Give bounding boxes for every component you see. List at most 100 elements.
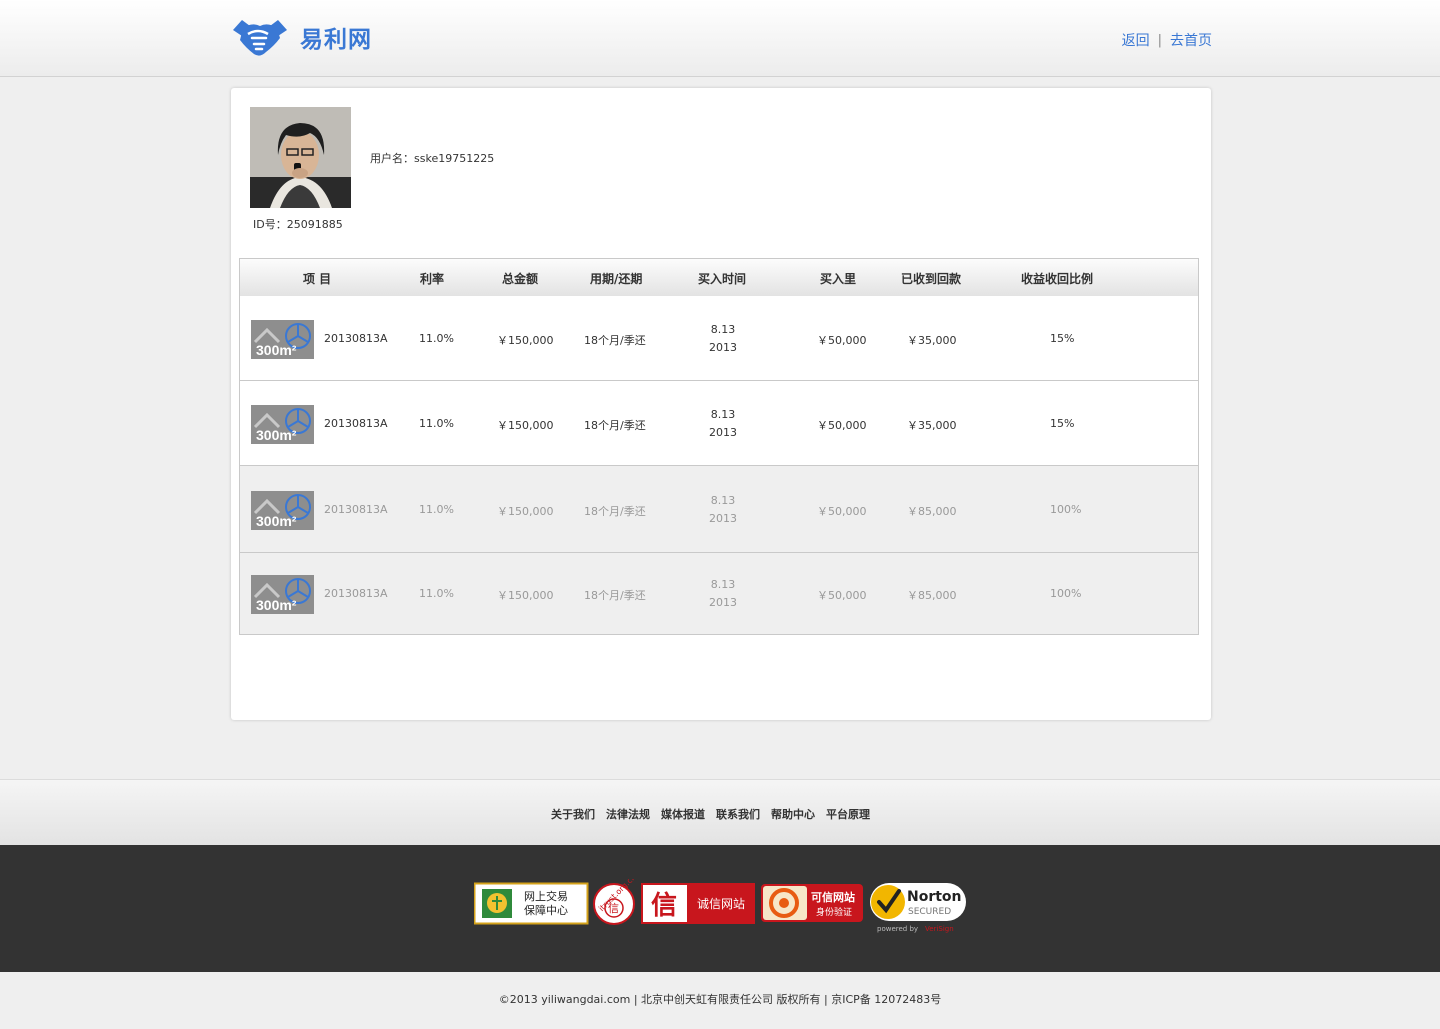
cell-received: ￥85,000 — [907, 589, 957, 602]
trust-badges: 网上交易 保障中心 itrust.org.cn 信 信 诚信网站 可信网站 身份… — [474, 879, 966, 933]
buy-date-year: 2013 — [709, 426, 737, 439]
copyright: ©2013 yiliwangdai.com | 北京中创天虹有限责任公司 版权所… — [0, 972, 1440, 1029]
cell-total: ￥150,000 — [497, 589, 554, 602]
badge-trusted-site[interactable]: 可信网站 身份验证 — [761, 884, 863, 922]
cell-received: ￥35,000 — [907, 419, 957, 432]
cell-buy-date: 8.13 2013 — [702, 576, 744, 612]
buy-date-year: 2013 — [709, 341, 737, 354]
username-value: sske19751225 — [414, 152, 495, 165]
thumbnail-area-label: 300m² — [256, 427, 297, 443]
handshake-icon — [233, 20, 287, 56]
footer-link-platform[interactable]: 平台原理 — [826, 806, 870, 822]
cell-ratio: 15% — [1050, 332, 1075, 345]
cell-bought: ￥50,000 — [817, 589, 867, 602]
project-thumbnail: 300m² — [251, 575, 314, 614]
badge-norton-sub: SECURED — [908, 907, 951, 917]
cell-buy-date: 8.13 2013 — [702, 492, 744, 528]
badge-integrity-char: 信 — [651, 891, 677, 921]
cell-period: 18个月/季还 — [584, 589, 646, 602]
account-card: ID号：25091885 用户名：sske19751225 项 目 利率 总金额… — [231, 88, 1211, 720]
cell-buy-date: 8.13 2013 — [702, 406, 744, 442]
footer-link-law[interactable]: 法律法规 — [606, 806, 650, 822]
badge-norton-powered: powered by — [877, 925, 918, 933]
table-row[interactable]: 300m² 20130813A 11.0% ￥150,000 18个月/季还 ￥50,00… — [240, 466, 1198, 553]
project-thumbnail: 300m² — [251, 491, 314, 530]
cell-rate: 11.0% — [419, 417, 454, 430]
buy-date-year: 2013 — [709, 512, 737, 525]
column-header-bought: 买入里 — [820, 272, 857, 286]
cell-rate: 11.0% — [419, 503, 454, 516]
user-id-label: ID号： — [253, 218, 287, 231]
cell-bought: ￥50,000 — [817, 419, 867, 432]
project-thumbnail: 300m² — [251, 320, 314, 359]
cell-ratio: 100% — [1050, 587, 1082, 600]
badge-norton[interactable]: Norton SECURED powered by VeriSign — [870, 883, 966, 933]
top-nav: 返回 | 去首页 — [1122, 30, 1212, 50]
cell-period: 18个月/季还 — [584, 505, 646, 518]
column-header-rate: 利率 — [420, 272, 445, 286]
cell-received: ￥85,000 — [907, 505, 957, 518]
table-row[interactable]: 300m² 20130813A 11.0% ￥150,000 18个月/季还 ￥50,00… — [240, 296, 1198, 381]
project-thumbnail: 300m² — [251, 405, 314, 444]
thumbnail-area-label: 300m² — [256, 513, 297, 529]
footer-badges-area: 网上交易 保障中心 itrust.org.cn 信 信 诚信网站 可信网站 身份… — [0, 845, 1440, 972]
badge-norton-brand: VeriSign — [925, 925, 954, 933]
badge-itrust[interactable]: itrust.org.cn 信 — [593, 879, 638, 925]
cell-period: 18个月/季还 — [584, 334, 646, 347]
user-id: ID号：25091885 — [253, 216, 343, 232]
cell-bought: ￥50,000 — [817, 505, 867, 518]
column-header-ratio: 收益收回比例 — [1021, 272, 1094, 286]
footer-link-media[interactable]: 媒体报道 — [661, 806, 705, 822]
cell-project: 20130813A — [324, 503, 388, 516]
badge-integrity-text: 诚信网站 — [697, 897, 745, 911]
back-link[interactable]: 返回 — [1122, 30, 1150, 50]
cell-project: 20130813A — [324, 417, 388, 430]
column-header-total: 总金额 — [502, 272, 539, 286]
badge-trade-line2: 保障中心 — [524, 903, 568, 917]
brand-name: 易利网 — [300, 27, 372, 53]
badge-trade-line1: 网上交易 — [524, 889, 568, 903]
table-header: 项 目 利率 总金额 用期/还期 买入时间 买入里 已收到回款 收益收回比例 — [240, 259, 1198, 297]
cell-total: ￥150,000 — [497, 419, 554, 432]
cell-period: 18个月/季还 — [584, 419, 646, 432]
footer-link-help[interactable]: 帮助中心 — [771, 806, 815, 822]
buy-date-day: 8.13 — [710, 578, 736, 591]
nav-separator: | — [1157, 32, 1162, 48]
footer-link-about[interactable]: 关于我们 — [551, 806, 595, 822]
site-logo[interactable]: 易利网 — [230, 14, 372, 60]
column-header-buy-time: 买入时间 — [698, 272, 747, 286]
badge-integrity-site[interactable]: 信 诚信网站 — [641, 883, 755, 924]
username-label: 用户名： — [370, 152, 414, 165]
buy-date-year: 2013 — [709, 596, 737, 609]
column-header-received: 已收到回款 — [901, 272, 962, 286]
badge-itrust-char: 信 — [608, 902, 619, 915]
badge-trusted-line1: 可信网站 — [811, 890, 855, 904]
username: 用户名：sske19751225 — [370, 150, 494, 166]
home-link[interactable]: 去首页 — [1170, 30, 1212, 50]
cell-project: 20130813A — [324, 332, 388, 345]
cell-rate: 11.0% — [419, 332, 454, 345]
cell-total: ￥150,000 — [497, 334, 554, 347]
footer-link-contact[interactable]: 联系我们 — [716, 806, 760, 822]
cell-buy-date: 8.13 2013 — [702, 321, 744, 357]
cell-rate: 11.0% — [419, 587, 454, 600]
buy-date-day: 8.13 — [710, 323, 736, 336]
investment-table: 项 目 利率 总金额 用期/还期 买入时间 买入里 已收到回款 收益收回比例 3… — [239, 258, 1199, 635]
table-row[interactable]: 300m² 20130813A 11.0% ￥150,000 18个月/季还 ￥50,00… — [240, 553, 1198, 634]
cell-project: 20130813A — [324, 587, 388, 600]
cell-total: ￥150,000 — [497, 505, 554, 518]
cell-ratio: 15% — [1050, 417, 1075, 430]
badge-trade-guarantee[interactable]: 网上交易 保障中心 — [474, 882, 589, 925]
column-header-period: 用期/还期 — [590, 272, 643, 286]
user-id-value: 25091885 — [286, 218, 343, 231]
header: 易利网 返回 | 去首页 — [0, 0, 1440, 77]
badge-norton-title: Norton — [907, 889, 962, 905]
cell-ratio: 100% — [1050, 503, 1082, 516]
buy-date-day: 8.13 — [710, 408, 736, 421]
table-row[interactable]: 300m² 20130813A 11.0% ￥150,000 18个月/季还 ￥50,00… — [240, 381, 1198, 466]
thumbnail-area-label: 300m² — [256, 597, 297, 613]
column-header-project: 项 目 — [303, 272, 332, 286]
avatar — [250, 107, 351, 208]
badge-trusted-line2: 身份验证 — [816, 906, 852, 918]
cell-bought: ￥50,000 — [817, 334, 867, 347]
